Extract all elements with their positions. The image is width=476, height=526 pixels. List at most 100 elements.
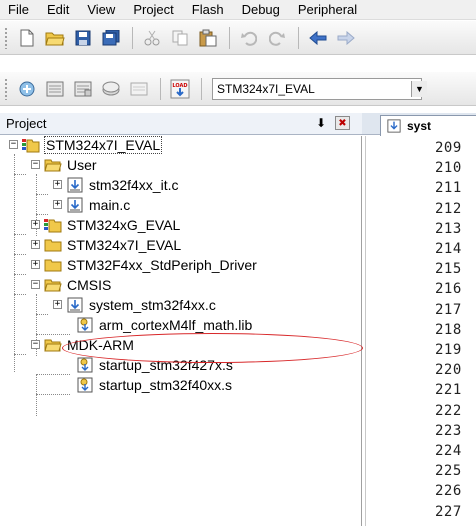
rebuild-icon[interactable] <box>70 77 96 101</box>
line-number: 209 <box>435 140 462 156</box>
tree-file-startup-f40xx[interactable]: startup_stm32f40xx.s <box>76 375 233 395</box>
back-arrow-icon[interactable] <box>305 26 331 50</box>
toolbar-separator <box>229 26 230 49</box>
c-source-file-icon <box>66 197 84 213</box>
target-icon <box>22 137 40 153</box>
line-number: 223 <box>435 422 462 439</box>
collapse-icon[interactable]: − <box>9 140 18 149</box>
expand-icon[interactable]: + <box>31 240 40 249</box>
tree-file-main-c[interactable]: main.c <box>66 195 131 215</box>
pin-icon[interactable]: ⬇ <box>316 116 326 130</box>
line-number: 225 <box>435 463 462 480</box>
expand-icon[interactable]: + <box>53 180 62 189</box>
tree-guide <box>14 174 26 175</box>
tree-file-stm32f4xx-it[interactable]: stm32f4xx_it.c <box>66 175 179 195</box>
folder-icon <box>44 257 62 273</box>
tree-guide <box>14 154 15 372</box>
tree-group-user[interactable]: User <box>44 155 98 175</box>
target-group-icon <box>44 217 62 233</box>
tree-file-arm-math-lib[interactable]: arm_cortexM4lf_math.lib <box>76 315 253 335</box>
tree-guide <box>14 234 26 235</box>
folder-open-icon <box>44 337 62 353</box>
tree-guide <box>14 254 26 255</box>
toolbar-grip[interactable] <box>4 77 8 100</box>
paste-icon[interactable] <box>195 26 221 50</box>
tree-file-system-stm32f4xx[interactable]: system_stm32f4xx.c <box>66 295 217 315</box>
menu-view[interactable]: View <box>78 2 124 17</box>
target-select[interactable]: STM324x7I_EVAL ▼ <box>212 77 427 100</box>
open-folder-icon[interactable] <box>42 26 68 50</box>
line-number: 214 <box>435 241 462 257</box>
project-tree: − − + + + + + − + − STM324x7I_EVAL User … <box>0 136 362 526</box>
new-file-icon[interactable] <box>14 26 40 50</box>
tree-group-stm324x7i-eval[interactable]: STM324x7I_EVAL <box>44 235 182 255</box>
menu-project[interactable]: Project <box>124 2 182 17</box>
toolbar-separator <box>132 26 133 49</box>
download-load-icon[interactable]: LOAD <box>167 77 193 101</box>
save-icon[interactable] <box>70 26 96 50</box>
tree-group-label: User <box>67 157 97 173</box>
tree-file-label: startup_stm32f40xx.s <box>99 377 233 393</box>
tree-group-label: STM324xG_EVAL <box>67 217 181 233</box>
tree-guide <box>36 374 37 416</box>
tree-group-stdperiph-driver[interactable]: STM32F4xx_StdPeriph_Driver <box>44 255 258 275</box>
expand-icon[interactable]: + <box>31 220 40 229</box>
line-number: 210 <box>435 160 462 177</box>
tree-guide <box>14 354 26 355</box>
project-panel-title: Project <box>6 116 47 131</box>
menu-bar: File Edit View Project Flash Debug Perip… <box>0 0 476 20</box>
expand-icon[interactable]: + <box>53 300 62 309</box>
line-number: 218 <box>435 321 462 338</box>
tree-file-label: main.c <box>89 197 131 213</box>
tree-guide <box>14 274 26 275</box>
menu-edit[interactable]: Edit <box>38 2 78 17</box>
highlight-ellipse <box>62 333 363 363</box>
tree-guide <box>36 394 70 395</box>
tree-group-label: STM324x7I_EVAL <box>67 237 182 253</box>
collapse-icon[interactable]: − <box>31 280 40 289</box>
c-source-file-icon <box>387 119 401 133</box>
collapse-icon[interactable]: − <box>31 340 40 349</box>
tree-group-cmsis[interactable]: CMSIS <box>44 275 112 295</box>
tree-group-stm324xg-eval[interactable]: STM324xG_EVAL <box>44 215 181 235</box>
menu-file[interactable]: File <box>0 2 38 17</box>
line-number: 222 <box>435 402 462 419</box>
toolbar-separator <box>298 26 299 49</box>
forward-arrow-icon[interactable] <box>333 26 359 50</box>
expand-icon[interactable]: + <box>31 260 40 269</box>
menu-peripheral[interactable]: Peripheral <box>289 2 366 17</box>
batch-build-icon[interactable] <box>98 77 124 101</box>
target-select-value: STM324x7I_EVAL <box>217 81 315 96</box>
menu-flash[interactable]: Flash <box>183 2 233 17</box>
line-number: 211 <box>435 180 462 197</box>
editor-tab[interactable]: syst <box>380 115 476 136</box>
translate-icon[interactable] <box>14 77 40 101</box>
gutter-divider <box>365 136 366 526</box>
toolbar-separator <box>160 77 161 100</box>
line-number: 219 <box>435 342 462 358</box>
line-number: 215 <box>435 261 462 278</box>
toolbar-grip[interactable] <box>4 26 8 49</box>
tree-root-target[interactable]: STM324x7I_EVAL <box>22 135 163 155</box>
copy-icon[interactable] <box>167 26 193 50</box>
close-icon[interactable]: ✖ <box>335 116 350 130</box>
c-source-file-icon <box>66 177 84 193</box>
collapse-icon[interactable]: − <box>31 160 40 169</box>
line-number: 226 <box>435 483 462 500</box>
undo-icon[interactable] <box>236 26 262 50</box>
build-toolbar: LOAD STM324x7I_EVAL ▼ <box>0 72 476 106</box>
cut-icon[interactable] <box>139 26 165 50</box>
line-number: 227 <box>435 503 462 520</box>
redo-icon[interactable] <box>264 26 290 50</box>
stop-build-icon[interactable] <box>126 77 152 101</box>
expand-icon[interactable]: + <box>53 200 62 209</box>
line-number: 220 <box>435 362 462 379</box>
folder-open-icon <box>44 157 62 173</box>
toolbar-separator <box>201 77 202 100</box>
save-all-icon[interactable] <box>98 26 124 50</box>
tree-group-label: CMSIS <box>67 277 112 293</box>
build-icon[interactable] <box>42 77 68 101</box>
menu-debug[interactable]: Debug <box>233 2 289 17</box>
tree-file-label: arm_cortexM4lf_math.lib <box>99 317 253 333</box>
chevron-down-icon[interactable]: ▼ <box>411 80 427 97</box>
